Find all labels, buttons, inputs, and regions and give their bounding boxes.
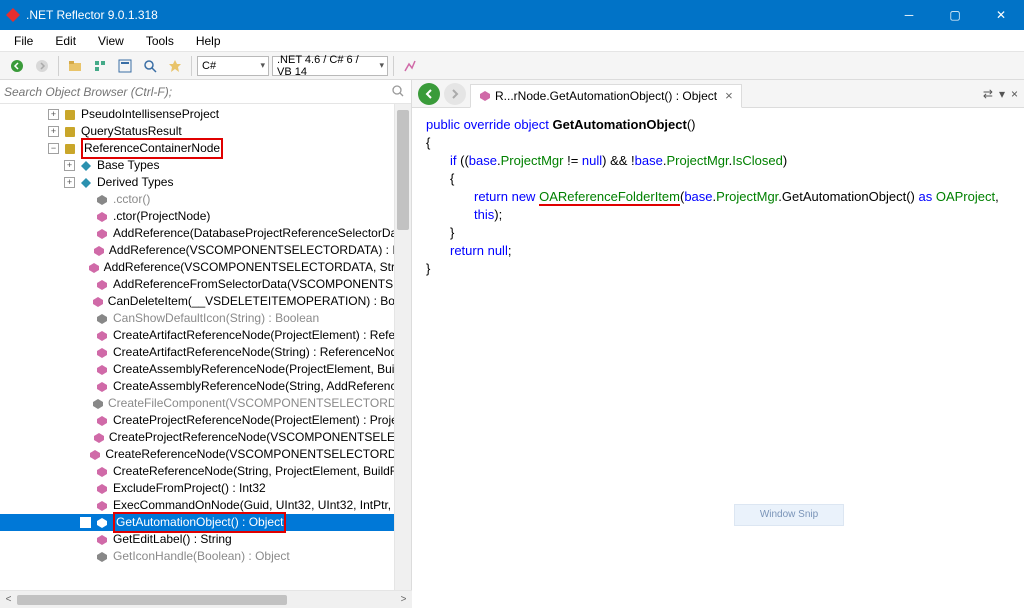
enum-icon xyxy=(62,124,77,139)
tree-node[interactable]: +PseudoIntellisenseProject xyxy=(0,106,411,123)
analyze-button[interactable] xyxy=(399,55,421,77)
tree-node[interactable]: CreateProjectReferenceNode(ProjectElemen… xyxy=(0,412,411,429)
method-icon xyxy=(92,396,104,411)
method-icon xyxy=(89,447,101,462)
tree-node[interactable]: CreateReferenceNode(VSCOMPONENTSELECTORD… xyxy=(0,446,411,463)
tree-node[interactable]: ExcludeFromProject() : Int32 xyxy=(0,480,411,497)
method-icon xyxy=(94,379,109,394)
forward-button[interactable] xyxy=(31,55,53,77)
dropdown-icon[interactable]: ▾ xyxy=(999,87,1005,101)
method-icon xyxy=(94,209,109,224)
code-view[interactable]: public override object GetAutomationObje… xyxy=(412,108,1024,590)
tree-node[interactable]: CreateArtifactReferenceNode(ProjectEleme… xyxy=(0,327,411,344)
tree-node[interactable]: CanDeleteItem(__VSDELETEITEMOPERATION) :… xyxy=(0,293,411,310)
tree-node[interactable]: CanShowDefaultIcon(String) : Boolean xyxy=(0,310,411,327)
tree-node[interactable]: CreateAssemblyReferenceNode(String, AddR… xyxy=(0,378,411,395)
method-icon xyxy=(94,192,109,207)
class-icon xyxy=(62,107,77,122)
assembly-list-button[interactable] xyxy=(89,55,111,77)
tree-node[interactable]: CreateReferenceNode(String, ProjectEleme… xyxy=(0,463,411,480)
folder-icon xyxy=(78,158,93,173)
app-icon xyxy=(6,8,20,22)
method-icon xyxy=(94,549,109,564)
tree-vscrollbar[interactable] xyxy=(394,104,411,590)
back-button[interactable] xyxy=(6,55,28,77)
object-browser-panel: +PseudoIntellisenseProject +QueryStatusR… xyxy=(0,80,412,590)
search-box[interactable] xyxy=(0,80,411,104)
tree-node[interactable]: .cctor() xyxy=(0,191,411,208)
method-icon xyxy=(479,90,491,102)
method-icon xyxy=(92,243,105,258)
tree-node[interactable]: AddReferenceFromSelectorData(VSCOMPONENT… xyxy=(0,276,411,293)
method-icon xyxy=(94,311,109,326)
method-icon xyxy=(92,294,104,309)
method-icon xyxy=(94,498,109,513)
method-icon xyxy=(94,362,109,377)
framework-select[interactable]: .NET 4.6 / C# 6 / VB 14 xyxy=(272,56,388,76)
code-forward-button[interactable] xyxy=(444,83,466,105)
watermark: Window Snip xyxy=(734,504,844,526)
method-icon xyxy=(94,481,109,496)
window-controls: ─ ▢ ✕ xyxy=(886,0,1024,30)
titlebar: .NET Reflector 9.0.1.318 ─ ▢ ✕ xyxy=(0,0,1024,30)
menu-help[interactable]: Help xyxy=(192,32,225,50)
close-panel-icon[interactable]: × xyxy=(1011,87,1018,101)
tree-node-reference-container[interactable]: −ReferenceContainerNode xyxy=(0,140,411,157)
method-icon xyxy=(94,345,109,360)
app-title: .NET Reflector 9.0.1.318 xyxy=(26,8,158,22)
class-view-button[interactable] xyxy=(114,55,136,77)
language-select[interactable]: C# xyxy=(197,56,269,76)
tree-node[interactable]: GetEditLabel() : String xyxy=(0,531,411,548)
tree-node[interactable]: GetIconHandle(Boolean) : Object xyxy=(0,548,411,565)
tree-node[interactable]: CreateFileComponent(VSCOMPONENTSELECTORD… xyxy=(0,395,411,412)
toolbar: C# .NET 4.6 / C# 6 / VB 14 xyxy=(0,52,1024,80)
method-icon xyxy=(92,430,105,445)
method-icon xyxy=(94,532,109,547)
code-tab[interactable]: R...rNode.GetAutomationObject() : Object… xyxy=(470,84,742,108)
close-tab-icon[interactable]: × xyxy=(725,88,733,103)
code-tab-header: R...rNode.GetAutomationObject() : Object… xyxy=(412,80,1024,108)
tree-node[interactable]: CreateArtifactReferenceNode(String) : Re… xyxy=(0,344,411,361)
bookmark-button[interactable] xyxy=(164,55,186,77)
folder-icon xyxy=(78,175,93,190)
tree-node[interactable]: CreateProjectReferenceNode(VSCOMPONENTSE… xyxy=(0,429,411,446)
menu-tools[interactable]: Tools xyxy=(142,32,178,50)
tree-node[interactable]: AddReference(VSCOMPONENTSELECTORDATA) : … xyxy=(0,242,411,259)
code-panel: R...rNode.GetAutomationObject() : Object… xyxy=(412,80,1024,590)
code-back-button[interactable] xyxy=(418,83,440,105)
tree-node[interactable]: .ctor(ProjectNode) xyxy=(0,208,411,225)
menu-file[interactable]: File xyxy=(10,32,37,50)
method-icon xyxy=(94,464,109,479)
minimize-button[interactable]: ─ xyxy=(886,0,932,30)
code-tab-title: R...rNode.GetAutomationObject() : Object xyxy=(495,89,717,103)
tree-node[interactable]: AddReference(VSCOMPONENTSELECTORDATA, St… xyxy=(0,259,411,276)
maximize-button[interactable]: ▢ xyxy=(932,0,978,30)
method-icon xyxy=(88,260,100,275)
menu-edit[interactable]: Edit xyxy=(51,32,80,50)
tree-node[interactable]: +Base Types xyxy=(0,157,411,174)
menubar: File Edit View Tools Help xyxy=(0,30,1024,52)
object-tree[interactable]: +PseudoIntellisenseProject +QueryStatusR… xyxy=(0,104,411,590)
method-icon xyxy=(94,413,109,428)
search-icon xyxy=(391,84,407,100)
menu-view[interactable]: View xyxy=(94,32,128,50)
close-button[interactable]: ✕ xyxy=(978,0,1024,30)
method-icon xyxy=(94,328,109,343)
search-button[interactable] xyxy=(139,55,161,77)
class-icon xyxy=(62,141,77,156)
pin-icon[interactable]: ⇄ xyxy=(983,87,993,101)
tree-hscrollbar[interactable]: < > xyxy=(0,590,412,608)
tree-node[interactable]: AddReference(DatabaseProjectReferenceSel… xyxy=(0,225,411,242)
tree-node[interactable]: CreateAssemblyReferenceNode(ProjectEleme… xyxy=(0,361,411,378)
method-icon xyxy=(94,277,109,292)
method-icon xyxy=(94,226,109,241)
tree-node[interactable]: +Derived Types xyxy=(0,174,411,191)
tree-node-getautomationobject[interactable]: GetAutomationObject() : Object xyxy=(0,514,411,531)
open-button[interactable] xyxy=(64,55,86,77)
method-icon xyxy=(94,515,109,530)
search-input[interactable] xyxy=(4,85,391,99)
